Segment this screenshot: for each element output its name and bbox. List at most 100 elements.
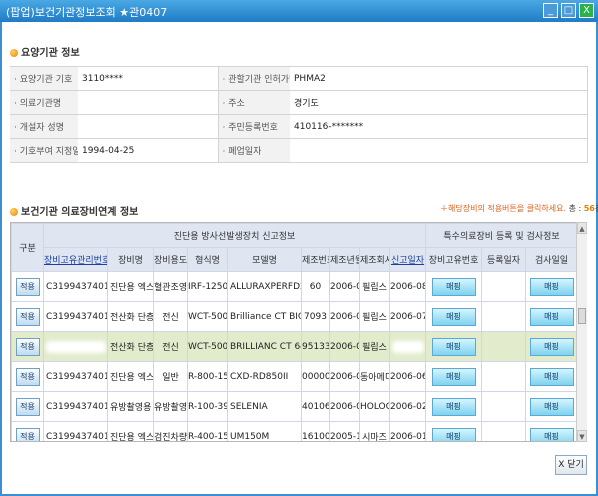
info-value: 경기도: [290, 90, 588, 115]
ym-cell: 2006-06: [329, 271, 360, 302]
apply-button[interactable]: 적용: [15, 307, 40, 326]
apply-button[interactable]: 적용: [15, 337, 40, 356]
name-cell: 전산화 단층 촬영: [107, 331, 154, 362]
bullet-icon: [10, 49, 18, 57]
inspect-cell: 매핑: [525, 361, 579, 392]
serial-cell: 000005: [301, 361, 330, 392]
col-equip-use: 장비용도: [153, 247, 188, 272]
name-cell: 진단용 엑스선 장: [107, 361, 154, 392]
inspect-cell: 매핑: [525, 391, 579, 422]
apply-hint: ＋해당장비의 적용버튼을 클릭하세요. 총 : 56건: [440, 203, 598, 214]
unique-no-cell: 매핑: [425, 361, 483, 392]
mapping-button[interactable]: 매핑: [431, 307, 476, 326]
mapping-button[interactable]: 매핑: [431, 337, 476, 356]
unique-no-cell: 매핑: [425, 421, 483, 441]
table-row[interactable]: 적용C31994374010604330진단용 엑스선 장혈관조영IRF-125…: [11, 271, 579, 302]
col-type: 구분: [11, 223, 44, 272]
table-row[interactable]: 적용C31994374010604330전산화 단층 촬영전신WCT-500-B…: [11, 301, 579, 332]
apply-button[interactable]: 적용: [15, 367, 40, 386]
inspect-cell: 매핑: [525, 331, 579, 362]
mapping-button[interactable]: 매핑: [431, 277, 476, 296]
table-row[interactable]: 적용C31994374010604330진단용 엑스선 장검진차량R-400-1…: [11, 421, 579, 441]
apply-cell: 적용: [11, 301, 44, 332]
scroll-thumb[interactable]: [578, 308, 586, 324]
info-label: 주소: [218, 90, 290, 115]
col-equip-name: 장비명: [107, 247, 154, 272]
reg-date-cell: [481, 391, 527, 422]
apply-button[interactable]: 적용: [15, 427, 40, 441]
equipment-section-title: 보건기관 의료장비연계 정보: [10, 203, 138, 218]
scroll-down-icon[interactable]: ▼: [577, 430, 587, 442]
col-form: 형식명: [187, 247, 228, 272]
table-row[interactable]: 적용C31994374010604330유방촬영용 장치유방촬영R-100-39…: [11, 391, 579, 422]
report-date-cell: 2006-08-01: [388, 271, 427, 302]
inspect-mapping-button[interactable]: 매핑: [529, 337, 574, 356]
info-label: 기호부여 지정일자: [10, 138, 78, 163]
info-value: [290, 138, 588, 163]
model-cell: CXD-RD850II: [227, 361, 302, 392]
apply-button[interactable]: 적용: [15, 397, 40, 416]
apply-button[interactable]: 적용: [15, 277, 40, 296]
col-report-date[interactable]: 신고일자: [388, 247, 427, 272]
reg-date-cell: [481, 301, 527, 332]
grid-scrollbar[interactable]: ▲ ▼: [576, 222, 587, 442]
maximize-icon[interactable]: □: [561, 3, 576, 18]
inspect-mapping-button[interactable]: 매핑: [529, 397, 574, 416]
col-ym: 제조년월: [329, 247, 360, 272]
mapping-button[interactable]: 매핑: [431, 427, 476, 441]
model-cell: ALLURAXPERFD20/10: [227, 271, 302, 302]
report-date-cell: 2006-02-27: [388, 391, 427, 422]
ym-cell: 2006-06: [329, 331, 360, 362]
form-cell: R-400-150: [187, 421, 228, 441]
info-value: 410116-*******: [290, 114, 588, 139]
info-label: 의료기관명: [10, 90, 78, 115]
group-header-radiation: 진단용 방사선발생장치 신고정보: [42, 223, 427, 248]
mapping-button[interactable]: 매핑: [431, 367, 476, 386]
info-value: 1994-04-25: [78, 138, 219, 163]
close-icon[interactable]: X: [579, 3, 594, 18]
table-row[interactable]: 적용10604330전산화 단층 촬영전신WCT-500-BRILLIANC C…: [11, 331, 579, 362]
use-cell: 유방촬영: [153, 391, 188, 422]
name-cell: 전산화 단층 촬영: [107, 301, 154, 332]
table-row[interactable]: 적용C31994374010604330진단용 엑스선 장일반R-800-150…: [11, 361, 579, 392]
form-cell: R-800-150: [187, 361, 228, 392]
use-cell: 일반: [153, 361, 188, 392]
ym-cell: 2006-01: [329, 391, 360, 422]
maker-cell: HOLOG: [359, 391, 390, 422]
scroll-up-icon[interactable]: ▲: [577, 222, 587, 234]
info-row: 기호부여 지정일자1994-04-25폐업일자: [10, 138, 588, 163]
total-count: 56: [583, 204, 595, 213]
use-cell: 검진차량: [153, 421, 188, 441]
inspect-cell: 매핑: [525, 421, 579, 441]
form-cell: R-100-39: [187, 391, 228, 422]
report-date-cell: 2006-06-20: [388, 361, 427, 392]
hint-text: ＋해당장비의 적용버튼을 클릭하세요.: [440, 204, 567, 213]
inspect-mapping-button[interactable]: 매핑: [529, 427, 574, 441]
minimize-icon[interactable]: _: [543, 3, 558, 18]
window-title: (팝업)보건기관정보조회 ★관0407: [6, 6, 168, 19]
inspect-mapping-button[interactable]: 매핑: [529, 307, 574, 326]
inspect-mapping-button[interactable]: 매핑: [529, 277, 574, 296]
serial-cell: 60: [301, 271, 330, 302]
col-model: 모델명: [227, 247, 302, 272]
info-value: 3110****: [78, 66, 219, 91]
mapping-button[interactable]: 매핑: [431, 397, 476, 416]
ym-cell: 2006-07: [329, 301, 360, 332]
info-row: 의료기관명 주소경기도: [10, 90, 588, 115]
name-cell: 유방촬영용 장치: [107, 391, 154, 422]
info-label: 관할기관 인허가번호: [218, 66, 290, 91]
close-button[interactable]: X 닫기: [555, 455, 587, 475]
title-bar: (팝업)보건기관정보조회 ★관0407 _ □ X: [0, 0, 598, 22]
unique-no-cell: 매핑: [425, 391, 483, 422]
model-cell: BRILLIANC CT 64 SLICE: [227, 331, 302, 362]
reg-date-cell: [481, 331, 527, 362]
apply-cell: 적용: [11, 361, 44, 392]
col-equip-id[interactable]: 장비고유관리번호: [43, 247, 108, 272]
use-cell: 전신: [153, 331, 188, 362]
apply-cell: 적용: [11, 271, 44, 302]
model-cell: Brilliance CT BIG BORE: [227, 301, 302, 332]
equip-id-cell: C31994374010604330: [43, 301, 108, 332]
info-label: 폐업일자: [218, 138, 290, 163]
report-date-cell: 2006-01-25: [388, 421, 427, 441]
inspect-mapping-button[interactable]: 매핑: [529, 367, 574, 386]
